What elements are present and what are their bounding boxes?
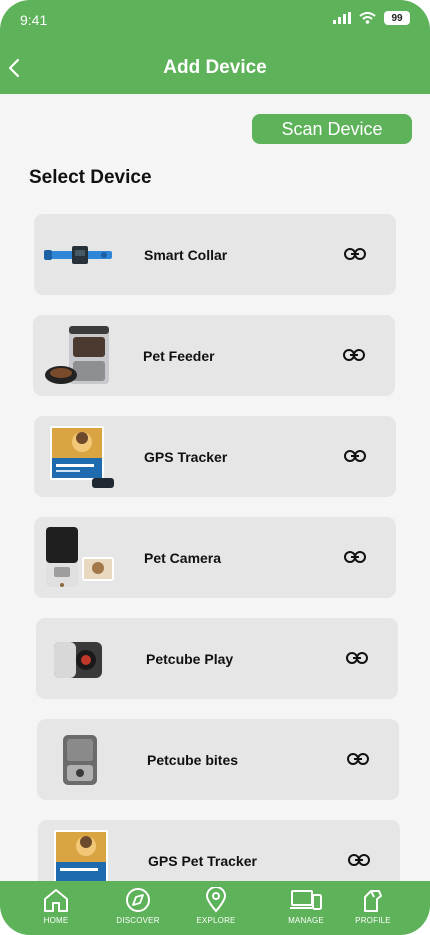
device-card-pet-feeder[interactable]: Pet Feeder	[33, 315, 395, 396]
status-icons: 99	[333, 11, 410, 25]
scan-device-button[interactable]: Scan Device	[252, 114, 412, 144]
device-card-smart-collar[interactable]: Smart Collar	[34, 214, 396, 295]
location-pin-icon	[205, 887, 227, 913]
pet-feeder-image	[45, 326, 109, 384]
device-label: Petcube Play	[146, 650, 234, 667]
device-label: Pet Feeder	[143, 347, 215, 364]
nav-label: DISCOVER	[116, 916, 160, 925]
nav-label: PROFILE	[355, 916, 391, 925]
section-title: Select Device	[29, 167, 152, 188]
device-label: Petcube bites	[147, 751, 239, 768]
device-card-pet-camera[interactable]: Pet Camera	[34, 517, 396, 598]
link-icon[interactable]	[348, 848, 370, 872]
compass-icon	[126, 888, 150, 912]
signal-icon	[333, 12, 351, 24]
device-card-gps-tracker[interactable]: GPS Tracker	[34, 416, 396, 497]
nav-label: EXPLORE	[196, 916, 236, 925]
bottom-nav: HOME DISCOVER EXPLORE MANAGE PROFILE	[0, 881, 430, 935]
smart-collar-image	[44, 246, 112, 264]
device-card-petcube-play[interactable]: Petcube Play	[36, 618, 398, 699]
link-icon[interactable]	[347, 747, 369, 771]
device-label: Smart Collar	[144, 246, 228, 263]
petcube-bites-image	[63, 735, 97, 785]
home-icon	[44, 889, 68, 912]
gps-tracker-image	[50, 426, 114, 488]
app-screen: 9:41 99 Add Device Scan Device Select De…	[0, 0, 430, 935]
petcube-play-image	[54, 642, 102, 678]
device-card-petcube-bites[interactable]: Petcube bites	[37, 719, 399, 800]
nav-label: HOME	[43, 916, 69, 925]
nav-discover[interactable]: DISCOVER	[103, 887, 173, 933]
link-icon[interactable]	[344, 242, 366, 266]
nav-label: MANAGE	[288, 916, 324, 925]
devices-icon	[290, 890, 322, 910]
nav-home[interactable]: HOME	[21, 887, 91, 933]
link-icon[interactable]	[343, 343, 365, 367]
nav-explore[interactable]: EXPLORE	[181, 887, 251, 933]
battery-icon: 99	[384, 11, 410, 25]
page-title: Add Device	[163, 57, 267, 78]
nav-profile[interactable]: PROFILE	[338, 887, 408, 933]
header-bar: 9:41 99 Add Device	[0, 0, 430, 94]
device-label: Pet Camera	[144, 549, 222, 566]
device-label: GPS Tracker	[144, 448, 228, 465]
nav-manage[interactable]: MANAGE	[271, 887, 341, 933]
profile-icon	[364, 890, 382, 912]
link-icon[interactable]	[344, 444, 366, 468]
pet-camera-image	[46, 527, 114, 587]
wifi-icon	[359, 12, 376, 24]
link-icon[interactable]	[346, 646, 368, 670]
link-icon[interactable]	[344, 545, 366, 569]
status-time: 9:41	[20, 12, 48, 28]
